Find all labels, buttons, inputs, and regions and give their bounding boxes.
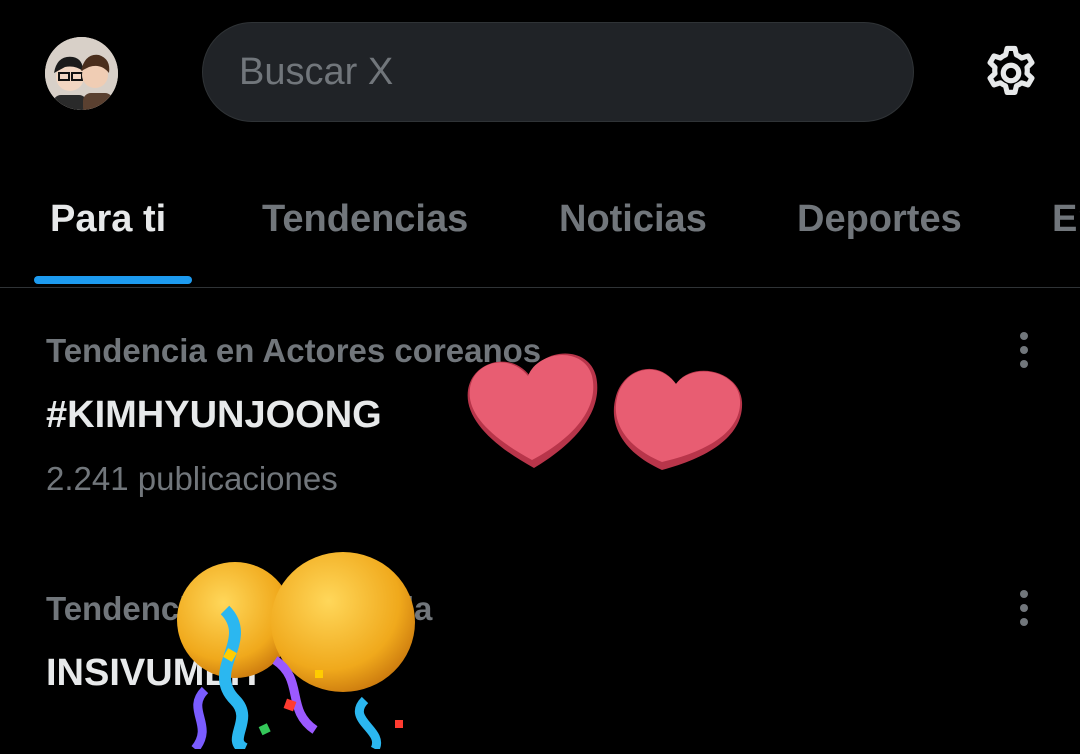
trend-context: Tendencia en Actores coreanos bbox=[46, 332, 542, 369]
search-bar[interactable] bbox=[202, 22, 914, 122]
active-tab-indicator bbox=[34, 276, 192, 284]
trend-item[interactable]: Tendencia en Guatemala INSIVUMEH bbox=[0, 548, 1080, 749]
tab-noticias[interactable]: Noticias bbox=[559, 198, 707, 241]
tab-para-ti[interactable]: Para ti bbox=[50, 198, 166, 241]
trend-name: INSIVUMEH bbox=[46, 652, 258, 694]
trend-name: #KIMHYUNJOONG bbox=[46, 394, 382, 436]
trend-context: Tendencia en Guatemala bbox=[46, 590, 433, 627]
more-options-icon[interactable] bbox=[1010, 588, 1038, 628]
search-input[interactable] bbox=[237, 49, 841, 95]
top-bar bbox=[0, 0, 1080, 150]
tab-entretenimiento[interactable]: En bbox=[1052, 198, 1080, 241]
trend-post-count: 2.241 publicaciones bbox=[46, 460, 338, 497]
more-options-icon[interactable] bbox=[1010, 330, 1038, 370]
tab-bar: Para ti Tendencias Noticias Deportes En bbox=[0, 170, 1080, 288]
tab-tendencias[interactable]: Tendencias bbox=[262, 198, 468, 241]
gear-icon[interactable] bbox=[980, 42, 1042, 104]
tab-deportes[interactable]: Deportes bbox=[797, 198, 962, 241]
user-avatar-icon[interactable] bbox=[45, 37, 118, 110]
trend-item[interactable]: Tendencia en Actores coreanos #KIMHYUNJO… bbox=[0, 288, 1080, 518]
